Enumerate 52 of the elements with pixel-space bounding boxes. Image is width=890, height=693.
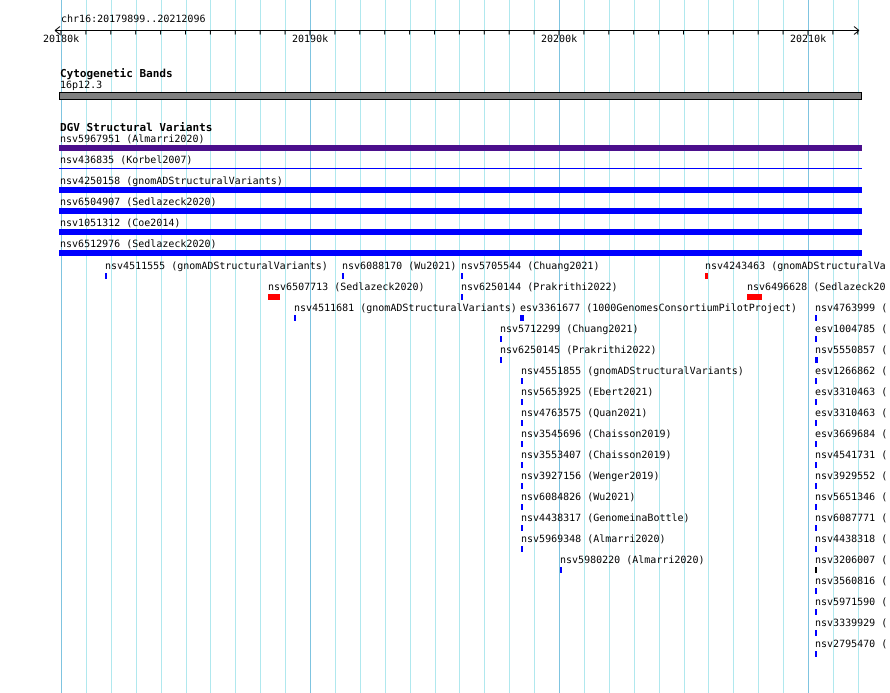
variant-label: nsv3927156 (Wenger2019) xyxy=(521,471,660,482)
variant-label: nsv5705544 (Chuang2021) xyxy=(461,261,600,272)
variant-label: nsv6088170 (Wu2021) xyxy=(342,261,456,272)
variant-label: nsv4250158 (gnomADStructuralVariants) xyxy=(60,176,283,187)
variant-label: nsv6250144 (Prakrithi2022) xyxy=(461,282,618,293)
variant-label: nsv6084826 (Wu2021) xyxy=(521,492,636,503)
variant-label: nsv4541731 ( xyxy=(815,450,888,461)
variant-label: nsv2795470 ( xyxy=(815,639,888,650)
band-label: 16p12.3 xyxy=(60,80,102,91)
variant-label: esv1004785 ( xyxy=(815,324,888,335)
variant-label: nsv5712299 (Chuang2021) xyxy=(500,324,638,335)
variant-label: nsv5980220 (Almarri2020) xyxy=(560,555,704,566)
variant-label: nsv6504907 (Sedlazeck2020) xyxy=(60,197,217,208)
variant-label: nsv3929552 ( xyxy=(815,471,888,482)
variant-label: nsv3553407 (Chaisson2019) xyxy=(521,450,672,461)
location-label: chr16:20179899..20212096 xyxy=(61,14,206,25)
variant-label: nsv4763999 ( xyxy=(815,303,888,314)
track-title: DGV Structural Variants xyxy=(60,122,212,133)
variant-label: esv3310463 ( xyxy=(815,387,888,398)
variant-label: nsv4511555 (gnomADStructuralVariants) xyxy=(105,261,328,272)
variant-label: nsv4763575 (Quan2021) xyxy=(521,408,648,419)
variant-label: nsv3339929 ( xyxy=(815,618,888,629)
tick-label: 20190k xyxy=(292,34,328,45)
variant-label: esv1266862 ( xyxy=(815,366,888,377)
variant-label: nsv4551855 (gnomADStructuralVariants) xyxy=(521,366,744,377)
variant-label: nsv5971590 ( xyxy=(815,597,888,608)
variant-label: nsv6512976 (Sedlazeck2020) xyxy=(60,239,217,250)
variant-label: nsv436835 (Korbel2007) xyxy=(60,155,192,166)
variant-label: nsv4438317 (GenomeinaBottle) xyxy=(521,513,690,524)
variant-label: nsv4438318 ( xyxy=(815,534,888,545)
tick-label: 20200k xyxy=(541,34,578,45)
variant-label: nsv5969348 (Almarri2020) xyxy=(521,534,666,545)
variant-label: nsv6087771 ( xyxy=(815,513,888,524)
variant-label: nsv5653925 (Ebert2021) xyxy=(521,387,654,398)
variant-label: nsv1051312 (Coe2014) xyxy=(60,218,180,229)
variant-label: nsv4243463 (gnomADStructuralVa xyxy=(705,261,886,272)
variant-label: nsv5967951 (Almarri2020) xyxy=(60,134,204,145)
variant-label: nsv5651346 ( xyxy=(815,492,888,503)
variant-label: nsv3545696 (Chaisson2019) xyxy=(521,429,672,440)
variant-label: esv3310463 ( xyxy=(815,408,888,419)
variant-label: nsv4511681 (gnomADStructuralVariants) xyxy=(294,303,517,314)
variant-label: esv3361677 (1000GenomesConsortiumPilotProject) xyxy=(520,303,797,314)
variant-label: esv3669684 ( xyxy=(815,429,888,440)
track-title: Cytogenetic Bands xyxy=(60,68,173,79)
tick-label: 20180k xyxy=(43,34,80,45)
variant-label: nsv6496628 (Sedlazeck20 xyxy=(747,282,886,293)
tick-label: 20210k xyxy=(790,34,826,45)
variant-label: nsv5550857 ( xyxy=(815,345,888,356)
variant-label: nsv6250145 (Prakrithi2022) xyxy=(500,345,657,356)
variant-label: nsv3560816 ( xyxy=(815,576,888,587)
variant-label: nsv3206007 ( xyxy=(815,555,888,566)
variant-label: nsv6507713 (Sedlazeck2020) xyxy=(268,282,425,293)
